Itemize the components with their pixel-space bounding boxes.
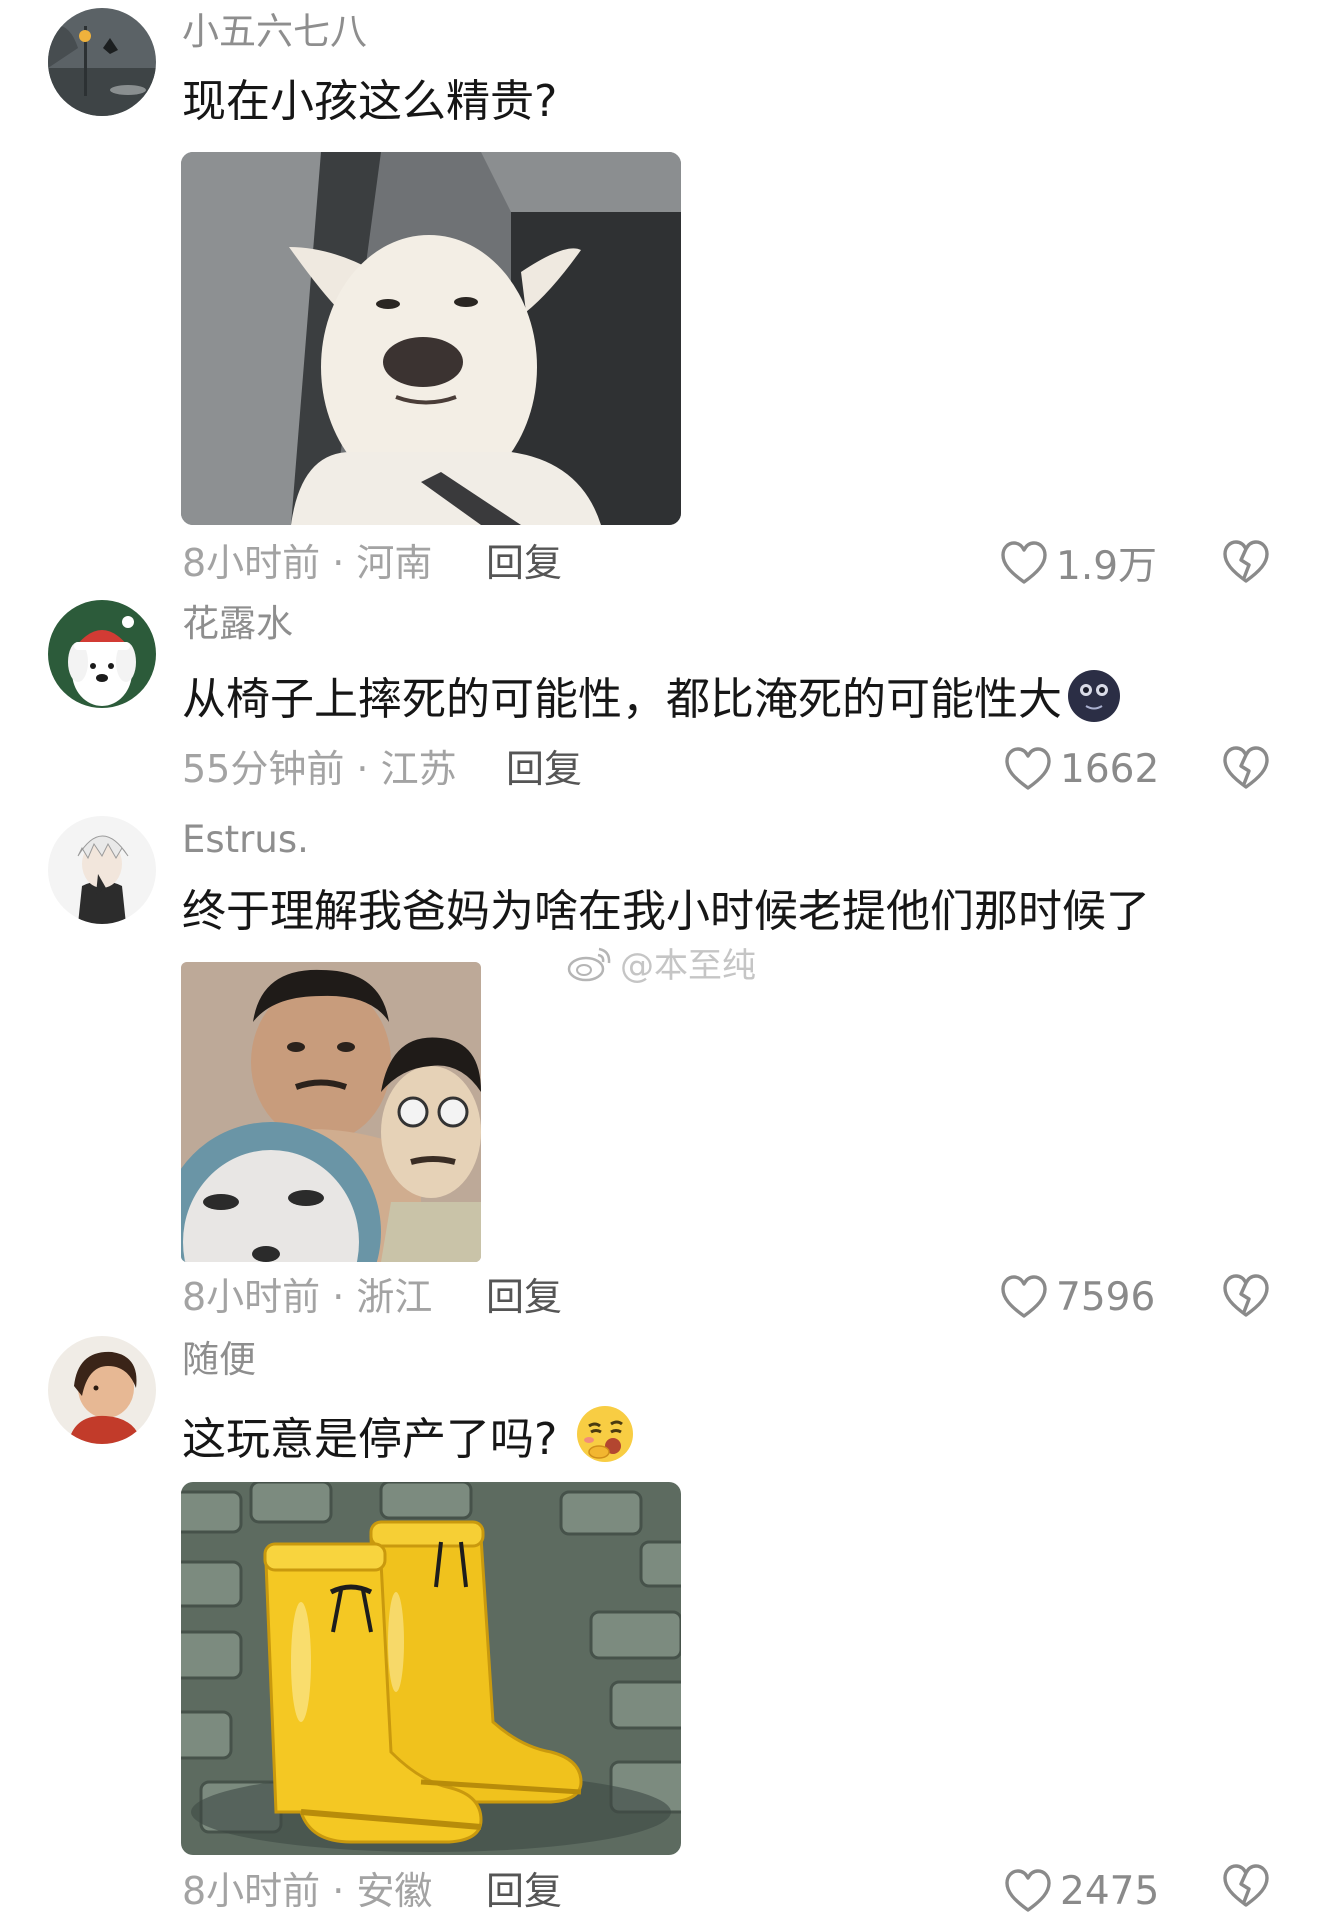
watermark: @本至纯 bbox=[566, 938, 756, 987]
comment-image[interactable] bbox=[181, 962, 481, 1262]
avatar[interactable] bbox=[48, 8, 156, 116]
comment-text-content: 这玩意是停产了吗? bbox=[182, 1414, 558, 1465]
like-count: 2475 bbox=[1060, 1868, 1160, 1914]
heart-icon bbox=[1001, 541, 1047, 584]
like-count: 1.9万 bbox=[1056, 544, 1158, 589]
username[interactable]: 小五六七八 bbox=[182, 10, 367, 54]
white-dog-in-car-meme bbox=[181, 152, 681, 525]
broken-heart-icon[interactable] bbox=[1222, 744, 1270, 792]
comment-text-content: 从椅子上摔死的可能性，都比淹死的可能性大 bbox=[182, 674, 1062, 725]
broken-heart-icon[interactable] bbox=[1222, 1862, 1270, 1910]
broken-heart-icon[interactable] bbox=[1222, 538, 1270, 586]
thinking-face-emoji bbox=[575, 1404, 635, 1478]
time-location: 8小时前 · 河南 bbox=[182, 541, 433, 585]
broken-heart-icon[interactable] bbox=[1222, 1272, 1270, 1320]
reply-button[interactable]: 回复 bbox=[506, 746, 582, 792]
like-count: 1662 bbox=[1060, 746, 1160, 792]
heart-icon bbox=[1005, 747, 1051, 790]
reply-button[interactable]: 回复 bbox=[486, 1868, 562, 1914]
avatar[interactable] bbox=[48, 816, 156, 924]
comment-text: 这玩意是停产了吗? bbox=[182, 1404, 635, 1478]
avatar[interactable] bbox=[48, 1336, 156, 1444]
yellow-rain-boots bbox=[181, 1482, 681, 1855]
username[interactable]: Estrus. bbox=[182, 818, 309, 862]
comment-text: 现在小孩这么精贵? bbox=[182, 76, 558, 127]
comment-image[interactable] bbox=[181, 1482, 681, 1855]
heart-icon bbox=[1001, 1275, 1047, 1318]
anime-boy-avatar-icon bbox=[48, 816, 156, 924]
like-button[interactable]: 2475 bbox=[1004, 1866, 1159, 1916]
watermark-text: @本至纯 bbox=[620, 946, 756, 986]
weibo-icon bbox=[567, 947, 611, 981]
like-button[interactable]: 1662 bbox=[1004, 744, 1159, 794]
child-portrait-avatar-icon bbox=[48, 1336, 156, 1444]
username[interactable]: 随便 bbox=[182, 1338, 256, 1382]
time-location: 8小时前 · 浙江 bbox=[182, 1275, 433, 1319]
comment-text: 从椅子上摔死的可能性，都比淹死的可能性大 bbox=[182, 668, 1122, 738]
reply-button[interactable]: 回复 bbox=[486, 540, 562, 586]
reply-button[interactable]: 回复 bbox=[486, 1274, 562, 1320]
heart-icon bbox=[1005, 1869, 1051, 1912]
rainy-street-avatar-icon bbox=[48, 8, 156, 116]
time-location: 8小时前 · 安徽 bbox=[182, 1869, 433, 1913]
comment-text: 终于理解我爸妈为啥在我小时候老提他们那时候了 bbox=[182, 886, 1150, 937]
like-button[interactable]: 7596 bbox=[1000, 1272, 1155, 1322]
comment-image[interactable] bbox=[181, 152, 681, 525]
like-count: 7596 bbox=[1056, 1274, 1156, 1320]
username[interactable]: 花露水 bbox=[182, 602, 293, 646]
dog-santa-hat-avatar-icon bbox=[48, 600, 156, 708]
time-location: 55分钟前 · 江苏 bbox=[182, 747, 457, 791]
like-button[interactable]: 1.9万 bbox=[1000, 538, 1158, 589]
avatar[interactable] bbox=[48, 600, 156, 708]
three-faces-meme bbox=[181, 962, 481, 1262]
dark-moon-face-emoji bbox=[1066, 668, 1122, 738]
